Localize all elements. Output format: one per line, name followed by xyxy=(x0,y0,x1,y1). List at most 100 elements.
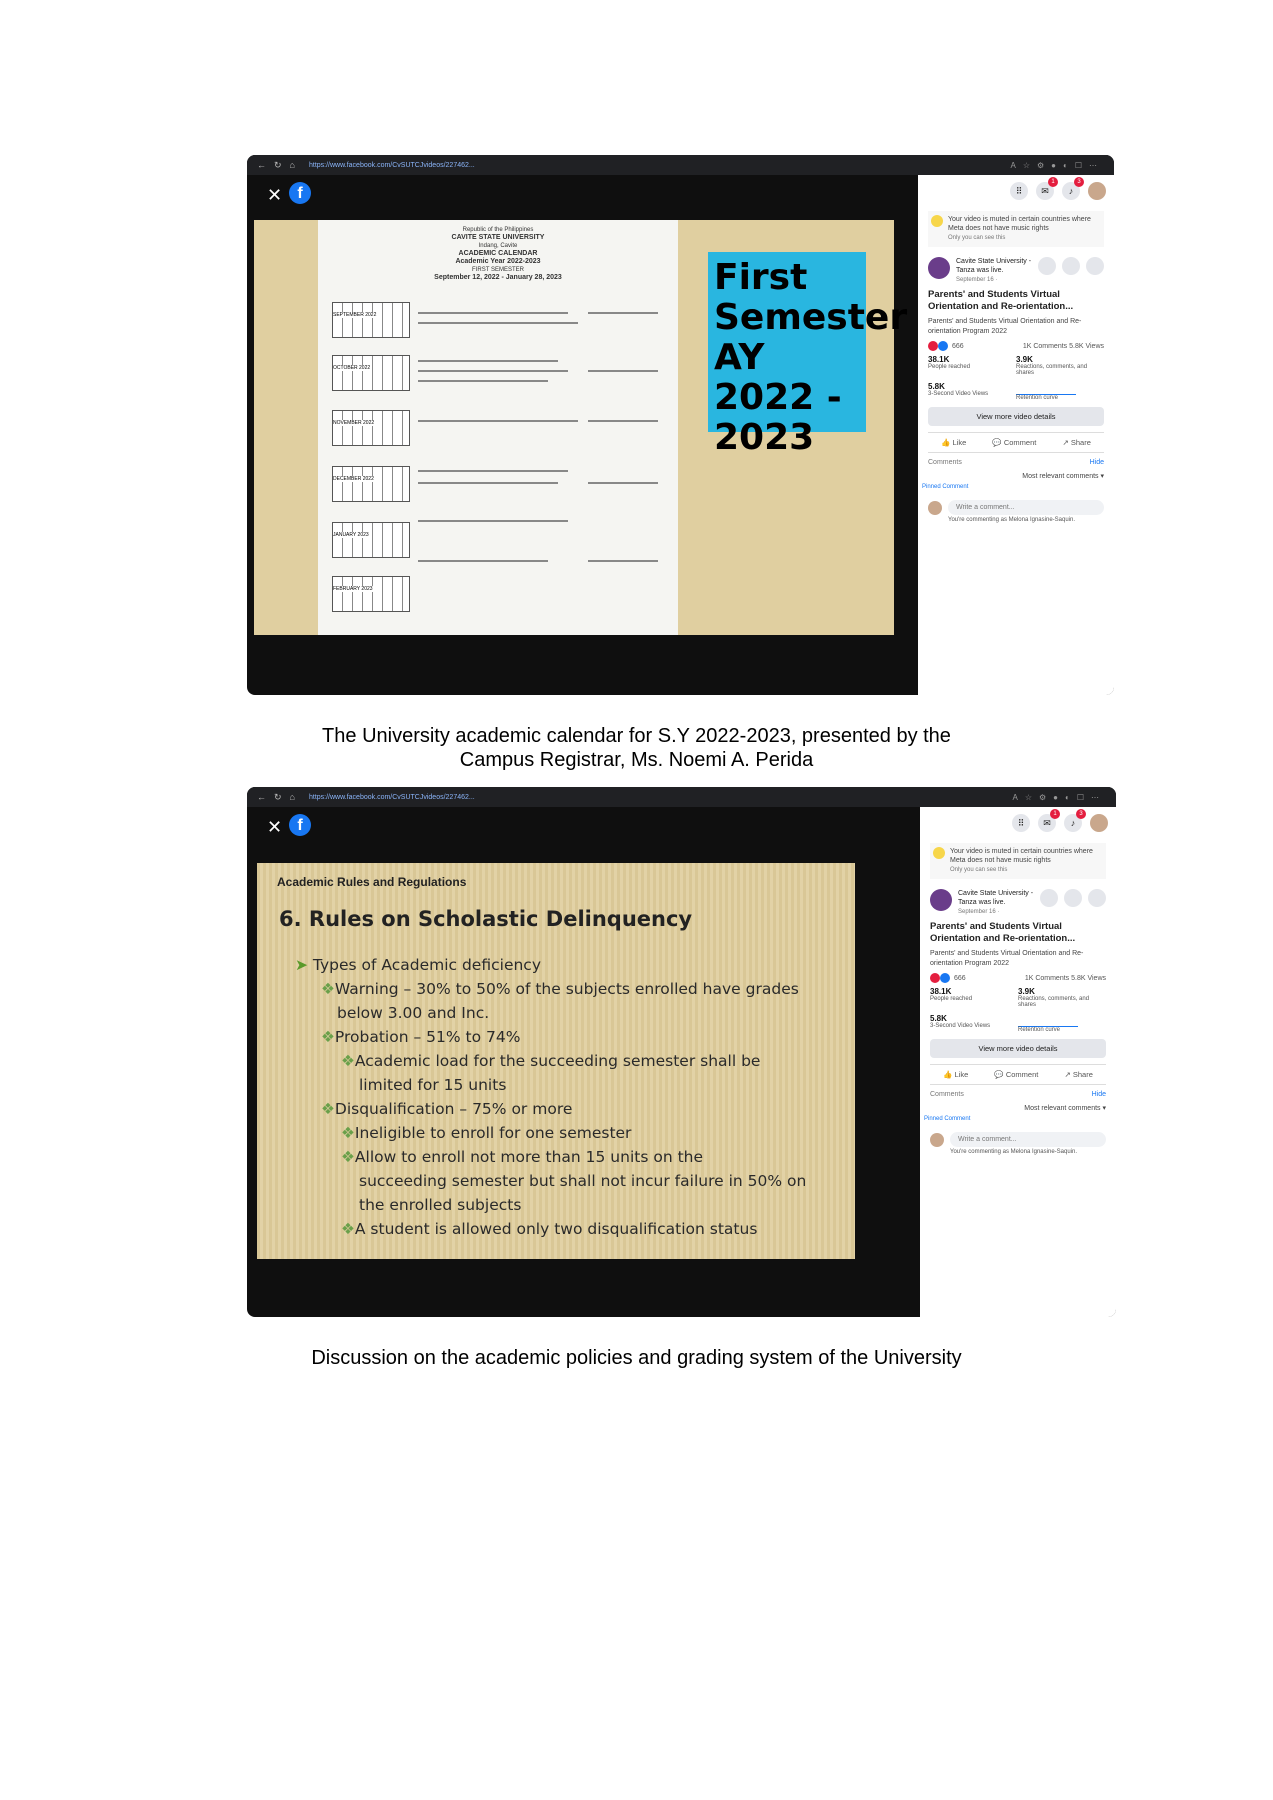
bell-icon[interactable] xyxy=(1038,257,1056,275)
messenger-icon[interactable]: ✉ 1 xyxy=(1038,809,1060,832)
share-button[interactable]: ↗ Share xyxy=(1063,438,1091,447)
avatar[interactable] xyxy=(1090,814,1108,832)
video-side-panel: ⠿ ✉ 1 ♪ 3 Your video is muted in certain c… xyxy=(918,175,1114,695)
share-button[interactable]: ↗ Share xyxy=(1065,1070,1093,1079)
more-icon[interactable] xyxy=(1086,257,1104,275)
like-reaction-icon xyxy=(940,973,950,983)
comments-header: Comments Hide xyxy=(930,1091,1106,1098)
rule-line: below 3.00 and Inc. xyxy=(337,1004,490,1022)
mini-calendar: SEPTEMBER 2022 xyxy=(332,302,410,338)
messenger-icon[interactable]: ✉ 1 xyxy=(1036,177,1058,200)
screenshot-calendar: ← ↻ ⌂ https://www.facebook.com/CvSUTCJvi… xyxy=(247,155,1114,695)
slide-heading: 6. Rules on Scholastic Delinquency xyxy=(279,907,693,931)
menu-grid-icon[interactable]: ⠿ xyxy=(1012,814,1030,832)
mini-calendar: DECEMBER 2022 xyxy=(332,466,410,502)
comment-composer: Write a comment... xyxy=(930,1132,1106,1147)
bell-icon[interactable] xyxy=(1040,889,1058,907)
calendar-entry-line xyxy=(418,420,578,422)
rule-line: succeeding semester but shall not incur … xyxy=(359,1172,807,1190)
extension-icons[interactable]: A☆⚙●◐☐⋯ xyxy=(1010,161,1104,170)
view-more-button[interactable]: View more video details xyxy=(930,1039,1106,1058)
reload-icon[interactable]: ↻ xyxy=(274,792,282,803)
rule-line: ❖Probation – 51% to 74% xyxy=(321,1028,521,1046)
notifications-icon[interactable]: ♪ 3 xyxy=(1064,809,1086,832)
browser-toolbar: ← ↻ ⌂ https://www.facebook.com/CvSUTCJvi… xyxy=(247,155,1114,175)
home-icon[interactable]: ⌂ xyxy=(290,792,295,802)
calendar-entry-line xyxy=(418,322,578,324)
notifications-icon[interactable]: ♪ 3 xyxy=(1062,177,1084,200)
hide-link[interactable]: Hide xyxy=(1092,1091,1106,1098)
calendar-date-line xyxy=(588,560,658,562)
calendar-entry-line xyxy=(418,360,558,362)
like-reaction-icon xyxy=(938,341,948,351)
video-frame[interactable]: Academic Rules and Regulations 6. Rules … xyxy=(257,863,855,1259)
extension-icons[interactable]: A☆⚙●◐☐⋯ xyxy=(1012,793,1106,802)
rule-line: ❖Ineligible to enroll for one semester xyxy=(341,1124,632,1142)
post-description: Parents' and Students Virtual Orientatio… xyxy=(928,318,1082,335)
warning-icon xyxy=(931,215,943,227)
like-button[interactable]: 👍 Like xyxy=(943,1070,968,1079)
address-bar[interactable]: https://www.facebook.com/CvSUTCJvideos/2… xyxy=(309,794,475,801)
calendar-date-line xyxy=(588,482,658,484)
sort-dropdown[interactable]: Most relevant comments ▾ xyxy=(928,472,1104,480)
comment-button[interactable]: 💬 Comment xyxy=(994,1070,1038,1079)
back-icon[interactable]: ← xyxy=(257,160,266,170)
pinned-comment-label: Pinned Comment xyxy=(922,484,969,490)
love-reaction-icon xyxy=(930,973,940,983)
calendar-entry-line xyxy=(418,380,548,382)
address-bar[interactable]: https://www.facebook.com/CvSUTCJvideos/2… xyxy=(309,162,475,169)
comment-input[interactable]: Write a comment... xyxy=(948,500,1104,515)
post-title: Parents' and Students Virtual Orientatio… xyxy=(930,921,1076,944)
comment-button[interactable]: 💬 Comment xyxy=(992,438,1036,447)
comment-input[interactable]: Write a comment... xyxy=(950,1132,1106,1147)
avatar[interactable] xyxy=(1088,182,1106,200)
save-icon[interactable] xyxy=(1064,889,1082,907)
close-icon[interactable]: ✕ xyxy=(267,185,282,206)
slide-title-line: First xyxy=(714,257,808,298)
screenshot-rules: ← ↻ ⌂ https://www.facebook.com/CvSUTCJvi… xyxy=(247,787,1116,1317)
post-title: Parents' and Students Virtual Orientatio… xyxy=(928,289,1074,312)
comments-header: Comments Hide xyxy=(928,459,1104,466)
rule-line: ❖Warning – 30% to 50% of the subjects en… xyxy=(321,980,799,998)
mini-calendar: OCTOBER 2022 xyxy=(332,355,410,391)
retention-curve xyxy=(1016,382,1076,395)
browser-toolbar: ← ↻ ⌂ https://www.facebook.com/CvSUTCJvi… xyxy=(247,787,1116,807)
menu-grid-icon[interactable]: ⠿ xyxy=(1010,182,1028,200)
page-avatar[interactable] xyxy=(930,889,952,911)
page-header: Cavite State University - Tanza was live… xyxy=(928,257,1104,285)
more-icon[interactable] xyxy=(1088,889,1106,907)
like-button[interactable]: 👍 Like xyxy=(941,438,966,447)
pinned-comment-label: Pinned Comment xyxy=(924,1116,971,1122)
insights-stats: 38.1K People reached 3.9K Reactions, comme… xyxy=(930,987,1090,1033)
retention-curve xyxy=(1018,1014,1078,1027)
comment-composer: Write a comment... xyxy=(928,500,1104,515)
calendar-entry-line xyxy=(418,470,568,472)
facebook-logo-icon[interactable]: f xyxy=(289,814,311,836)
reactions-row[interactable]: 666 1K Comments 5.8K Views xyxy=(930,973,1106,983)
home-icon[interactable]: ⌂ xyxy=(290,160,295,170)
warning-icon xyxy=(933,847,945,859)
avatar xyxy=(928,500,942,515)
facebook-logo-icon[interactable]: f xyxy=(289,182,311,204)
save-icon[interactable] xyxy=(1062,257,1080,275)
slide-title-box: First Semester AY 2022 - 2023 xyxy=(708,252,907,458)
video-side-panel: ⠿ ✉ 1 ♪ 3 Your video is muted in certain c… xyxy=(920,807,1116,1317)
reactions-row[interactable]: 666 1K Comments 5.8K Views xyxy=(928,341,1104,351)
reload-icon[interactable]: ↻ xyxy=(274,160,282,171)
rule-line: limited for 15 units xyxy=(359,1076,507,1094)
slide-title-line: AY 2022 - xyxy=(714,337,842,418)
view-more-button[interactable]: View more video details xyxy=(928,407,1104,426)
rule-line: ➤ Types of Academic deficiency xyxy=(295,956,541,974)
rule-line: ❖Disqualification – 75% or more xyxy=(321,1100,573,1118)
page-avatar[interactable] xyxy=(928,257,950,279)
calendar-entry-line xyxy=(418,312,568,314)
close-icon[interactable]: ✕ xyxy=(267,817,282,838)
slide-section-title: Academic Rules and Regulations xyxy=(277,875,467,889)
calendar-entry-line xyxy=(418,520,568,522)
video-frame[interactable]: Republic of the Philippines CAVITE STATE… xyxy=(254,220,907,635)
hide-link[interactable]: Hide xyxy=(1090,459,1104,466)
rule-line: ❖A student is allowed only two disqualif… xyxy=(341,1220,758,1238)
back-icon[interactable]: ← xyxy=(257,792,266,802)
page-header: Cavite State University - Tanza was live… xyxy=(930,889,1106,917)
sort-dropdown[interactable]: Most relevant comments ▾ xyxy=(930,1104,1106,1112)
